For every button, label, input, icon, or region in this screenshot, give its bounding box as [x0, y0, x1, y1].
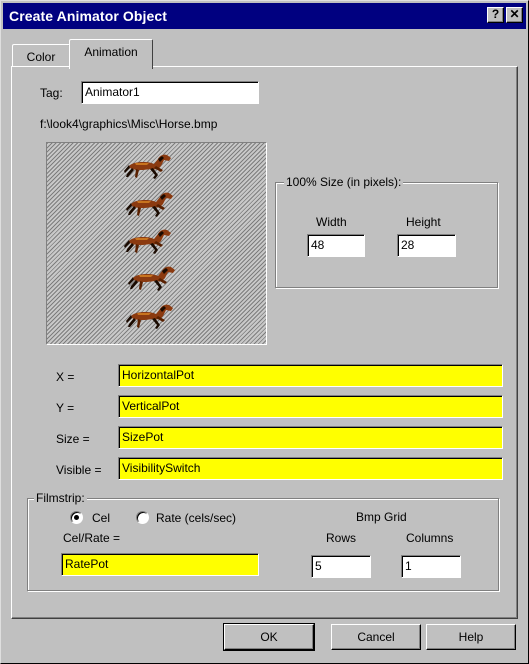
x-binding-input[interactable]: HorizontalPot	[118, 364, 503, 387]
close-icon[interactable]: ✕	[506, 7, 523, 23]
columns-label: Columns	[406, 531, 454, 545]
help-button[interactable]: Help	[426, 624, 516, 650]
celrate-label: Cel/Rate =	[63, 531, 121, 545]
horse-icon	[124, 229, 171, 254]
cancel-button-label: Cancel	[357, 630, 395, 644]
size-label: Size =	[56, 432, 90, 446]
tab-color[interactable]: Color	[12, 44, 70, 67]
width-input[interactable]: 48	[307, 234, 365, 257]
cel-radio[interactable]	[70, 511, 83, 524]
rate-radio-label[interactable]: Rate (cels/sec)	[156, 511, 236, 525]
visible-label: Visible =	[56, 463, 102, 477]
tab-label: Color	[26, 50, 56, 64]
tag-input[interactable]: Animator1	[81, 81, 259, 104]
tab-label: Animation	[84, 45, 138, 59]
filmstrip-group-title: Filmstrip:	[34, 491, 87, 505]
horse-icon	[124, 154, 171, 179]
ok-button-label: OK	[260, 630, 278, 644]
horse-filmstrip	[124, 154, 175, 329]
tab-animation[interactable]: Animation	[69, 39, 153, 69]
window-title: Create Animator Object	[9, 8, 168, 24]
y-label: Y =	[56, 401, 75, 415]
horse-icon	[126, 304, 173, 329]
horse-icon	[128, 266, 175, 291]
tag-label: Tag:	[40, 86, 63, 100]
x-label: X =	[56, 370, 75, 384]
size-group-title: 100% Size (in pixels):	[284, 175, 404, 189]
help-button-label: Help	[458, 630, 484, 644]
rate-radio[interactable]	[136, 511, 149, 524]
cancel-button[interactable]: Cancel	[331, 624, 421, 650]
bitmap-preview	[46, 142, 267, 345]
height-label: Height	[406, 215, 441, 229]
file-path: f:\look4\graphics\Misc\Horse.bmp	[40, 117, 218, 131]
horse-icon	[126, 192, 173, 217]
title-bar[interactable]: Create Animator Object ? ✕	[3, 3, 526, 29]
celrate-input[interactable]: RatePot	[61, 553, 259, 576]
y-binding-input[interactable]: VerticalPot	[118, 395, 503, 418]
cel-radio-label[interactable]: Cel	[92, 511, 110, 525]
help-icon[interactable]: ?	[487, 7, 504, 23]
rows-label: Rows	[326, 531, 357, 545]
ok-button[interactable]: OK	[223, 623, 315, 651]
columns-input[interactable]: 1	[401, 555, 461, 578]
rows-input[interactable]: 5	[311, 555, 371, 578]
size-binding-input[interactable]: SizePot	[118, 426, 503, 449]
radio-selected-dot	[74, 515, 79, 520]
width-label: Width	[316, 215, 347, 229]
create-animator-dialog: Create Animator Object ? ✕ Color Animati…	[0, 0, 529, 664]
bmp-grid-label: Bmp Grid	[356, 510, 407, 524]
height-input[interactable]: 28	[397, 234, 456, 257]
visible-binding-input[interactable]: VisibilitySwitch	[118, 457, 503, 480]
